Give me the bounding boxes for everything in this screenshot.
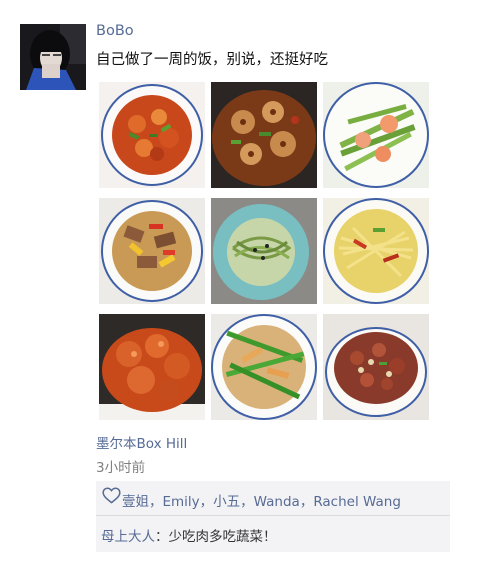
divider bbox=[96, 515, 450, 516]
photo-sweet-sour-pork[interactable] bbox=[99, 314, 205, 420]
liker-name[interactable]: Emily bbox=[163, 494, 200, 510]
comment-author[interactable]: 母上大人 bbox=[101, 529, 155, 545]
moments-post: BoBo 自己做了一周的饭，别说，还挺好吃 墨尔本Box Hill 3小时前 壹… bbox=[0, 0, 480, 563]
liker-separator: ， bbox=[299, 494, 314, 510]
comment-colon: ： bbox=[155, 529, 169, 545]
liker-separator: ， bbox=[240, 494, 254, 510]
liker-separator: ， bbox=[149, 494, 163, 510]
comment-text: 少吃肉多吃蔬菜！ bbox=[168, 529, 277, 545]
liker-name[interactable]: 小五 bbox=[213, 494, 240, 510]
heart-icon[interactable] bbox=[102, 487, 121, 504]
likes-row: 壹姐，Emily，小五，Wanda，Rachel Wang bbox=[96, 481, 450, 515]
location-link[interactable]: 墨尔本Box Hill bbox=[96, 432, 187, 452]
photo-lotus-root[interactable] bbox=[211, 82, 317, 188]
photo-tofu-chives[interactable] bbox=[211, 314, 317, 420]
liker-name[interactable]: 壹姐 bbox=[122, 494, 149, 510]
comment-item[interactable]: 母上大人：少吃肉多吃蔬菜！ bbox=[101, 525, 277, 545]
photo-shrimp-asparagus[interactable] bbox=[323, 82, 429, 188]
post-time: 3小时前 bbox=[96, 460, 146, 476]
likers-list: 壹姐，Emily，小五，Wanda，Rachel Wang bbox=[122, 490, 401, 510]
liker-separator: ， bbox=[199, 494, 214, 510]
liker-name[interactable]: Rachel Wang bbox=[313, 494, 401, 510]
post-text: 自己做了一周的饭，别说，还挺好吃 bbox=[96, 52, 328, 68]
avatar[interactable] bbox=[20, 24, 86, 90]
photo-diced-chicken[interactable] bbox=[323, 314, 429, 420]
photo-spinach-noodles[interactable] bbox=[211, 198, 317, 304]
photo-grid bbox=[99, 82, 429, 420]
liker-name[interactable]: Wanda bbox=[254, 494, 300, 510]
author-name[interactable]: BoBo bbox=[96, 23, 134, 39]
interaction-panel: 壹姐，Emily，小五，Wanda，Rachel Wang 母上大人：少吃肉多吃… bbox=[96, 481, 450, 552]
photo-beef-peppers[interactable] bbox=[99, 198, 205, 304]
photo-shredded-potato[interactable] bbox=[323, 198, 429, 304]
photo-spicy-shrimp[interactable] bbox=[99, 82, 205, 188]
